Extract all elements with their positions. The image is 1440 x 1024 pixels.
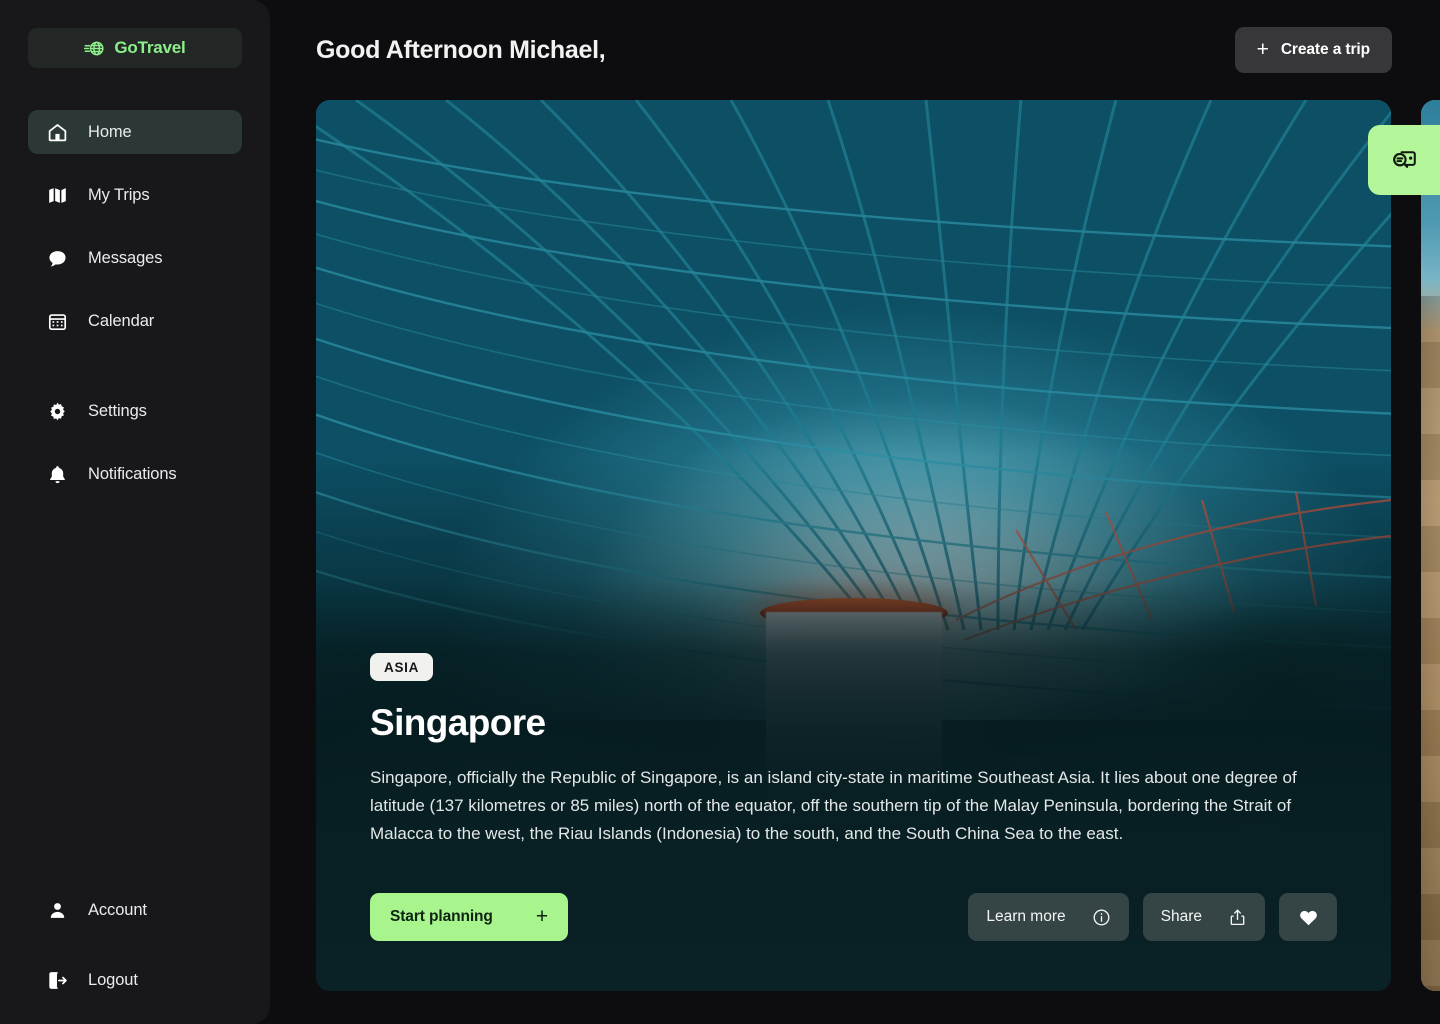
trip-card-next-peek[interactable]: [1421, 100, 1440, 991]
user-icon: [46, 899, 68, 921]
sidebar-item-label: Messages: [88, 248, 163, 267]
sidebar: GoTravel Home My Trips Messages Calendar…: [0, 0, 270, 1024]
sidebar-item-logout[interactable]: Logout: [28, 958, 242, 1002]
sidebar-item-label: Calendar: [88, 311, 155, 330]
sidebar-primary-nav: Home My Trips Messages Calendar: [0, 110, 270, 343]
trip-hero-image-next: [1421, 100, 1440, 991]
create-trip-button[interactable]: + Create a trip: [1234, 27, 1392, 73]
trip-card-actions: Start planning + Learn more Share: [370, 893, 1337, 941]
share-button[interactable]: Share: [1142, 893, 1265, 941]
translate-fab[interactable]: [1368, 125, 1440, 195]
sidebar-item-settings[interactable]: Settings: [28, 389, 242, 433]
sidebar-item-label: My Trips: [88, 185, 150, 204]
translate-chat-icon: [1390, 146, 1419, 175]
sidebar-item-my-trips[interactable]: My Trips: [28, 173, 242, 217]
brand-name: GoTravel: [114, 38, 186, 57]
sidebar-secondary-nav: Settings Notifications: [0, 389, 270, 496]
home-icon: [46, 121, 68, 143]
sidebar-item-label: Account: [88, 900, 147, 919]
status-badge: ASIA: [370, 653, 434, 681]
app-root: GoTravel Home My Trips Messages Calendar…: [0, 0, 1440, 1024]
plus-icon: +: [535, 904, 548, 928]
sidebar-item-label: Logout: [88, 970, 138, 989]
start-planning-button[interactable]: Start planning +: [370, 893, 568, 941]
create-trip-label: Create a trip: [1280, 41, 1370, 58]
heart-icon: [1298, 907, 1319, 928]
gear-icon: [46, 400, 68, 422]
chat-bubble-icon: [46, 247, 68, 269]
share-icon: [1228, 908, 1247, 927]
calendar-icon: [46, 310, 68, 332]
trip-description: Singapore, officially the Republic of Si…: [370, 768, 1297, 843]
top-bar: Good Afternoon Michael, + Create a trip: [270, 0, 1440, 100]
sidebar-item-account[interactable]: Account: [28, 888, 242, 932]
sidebar-item-calendar[interactable]: Calendar: [28, 299, 242, 343]
logout-icon: [46, 969, 68, 991]
main-content: Good Afternoon Michael, + Create a trip: [270, 0, 1440, 1024]
sidebar-bottom-nav: Account Logout: [0, 888, 270, 1002]
trip-card-content: ASIA Singapore Singapore, officially the…: [370, 653, 1337, 941]
sidebar-item-label: Home: [88, 122, 132, 141]
plus-icon: +: [1256, 37, 1269, 61]
brand-logo[interactable]: GoTravel: [28, 28, 242, 68]
sidebar-item-notifications[interactable]: Notifications: [28, 452, 242, 496]
sidebar-item-messages[interactable]: Messages: [28, 236, 242, 280]
sidebar-item-label: Settings: [88, 401, 147, 420]
favorite-button[interactable]: [1279, 893, 1337, 941]
start-planning-label: Start planning: [390, 908, 493, 925]
learn-more-label: Learn more: [986, 908, 1066, 925]
trip-title: Singapore: [370, 702, 546, 743]
bell-icon: [46, 463, 68, 485]
globe-motion-icon: [84, 38, 105, 59]
learn-more-button[interactable]: Learn more: [968, 893, 1129, 941]
map-icon: [46, 184, 68, 206]
trip-carousel[interactable]: ASIA Singapore Singapore, officially the…: [270, 100, 1440, 993]
info-icon: [1092, 908, 1111, 927]
sidebar-item-label: Notifications: [88, 464, 177, 483]
share-label: Share: [1160, 908, 1202, 925]
page-title: Good Afternoon Michael,: [316, 35, 606, 64]
sidebar-item-home[interactable]: Home: [28, 110, 242, 154]
secondary-actions: Learn more Share: [968, 893, 1337, 941]
trip-card-singapore[interactable]: ASIA Singapore Singapore, officially the…: [316, 100, 1391, 991]
